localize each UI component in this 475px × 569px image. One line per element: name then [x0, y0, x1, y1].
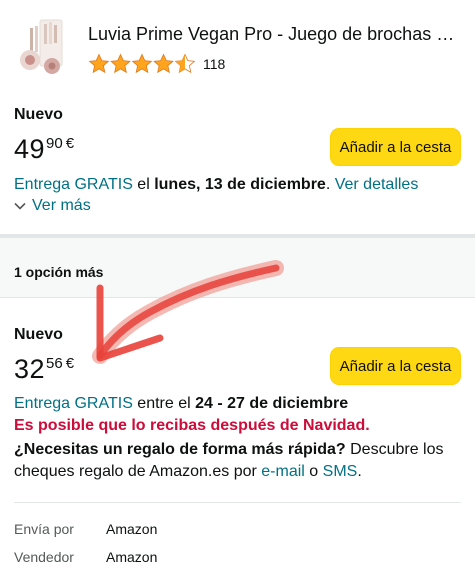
- details-link[interactable]: Ver detalles: [335, 176, 419, 193]
- offer-condition: Nuevo: [14, 326, 63, 343]
- sold-by-value: Amazon: [106, 549, 158, 565]
- offer-condition: Nuevo: [14, 106, 63, 123]
- gift-promo-line-1: ¿Necesitas un regalo de forma más rápida…: [14, 441, 444, 458]
- offer-2: Nuevo 32 56 € Añadir a la cesta Entrega …: [14, 326, 464, 496]
- delivery-date: lunes, 13 de diciembre: [154, 176, 326, 193]
- ships-from-label: Envía por: [14, 521, 74, 537]
- add-to-cart-button[interactable]: Añadir a la cesta: [330, 128, 461, 166]
- price-currency: €: [65, 135, 75, 152]
- price-fraction: 90: [46, 135, 63, 152]
- offer-price: 32 56 €: [14, 354, 74, 384]
- email-link[interactable]: e-mail: [261, 463, 305, 480]
- gift-question: ¿Necesitas un regalo de forma más rápida…: [14, 441, 346, 458]
- star-rating[interactable]: [88, 52, 196, 76]
- price-whole: 32: [14, 354, 46, 384]
- see-more-link[interactable]: Ver más: [14, 197, 91, 215]
- price-fraction: 56: [46, 355, 63, 372]
- delivery-date: 24 - 27 de diciembre: [195, 395, 349, 412]
- more-options-label: 1 opción más: [14, 264, 104, 280]
- christmas-warning: Es posible que lo recibas después de Nav…: [14, 417, 370, 434]
- product-thumbnail: [20, 19, 63, 74]
- product-header[interactable]: Luvia Prime Vegan Pro - Juego de brochas…: [0, 0, 475, 92]
- free-delivery-label: Entrega GRATIS: [14, 395, 133, 412]
- delivery-info: Entrega GRATIS entre el 24 - 27 de dicie…: [14, 395, 349, 412]
- price-whole: 49: [14, 134, 46, 164]
- delivery-info: Entrega GRATIS el lunes, 13 de diciembre…: [14, 176, 419, 193]
- offer-price: 49 90 €: [14, 134, 74, 164]
- divider: [14, 502, 461, 503]
- product-title[interactable]: Luvia Prime Vegan Pro - Juego de brochas…: [88, 24, 463, 45]
- chevron-down-icon: [14, 202, 26, 210]
- sms-link[interactable]: SMS: [323, 463, 358, 480]
- review-count[interactable]: 118: [203, 56, 225, 72]
- stars-icon: [89, 54, 195, 73]
- sold-by-label: Vendedor: [14, 549, 74, 565]
- price-currency: €: [65, 355, 75, 372]
- ships-from-value: Amazon: [106, 521, 158, 537]
- free-delivery-label: Entrega GRATIS: [14, 176, 133, 193]
- add-to-cart-button[interactable]: Añadir a la cesta: [330, 347, 461, 385]
- more-options-bar[interactable]: 1 opción más: [0, 234, 475, 298]
- gift-promo-line-2: cheques regalo de Amazon.es por e-mail o…: [14, 463, 362, 480]
